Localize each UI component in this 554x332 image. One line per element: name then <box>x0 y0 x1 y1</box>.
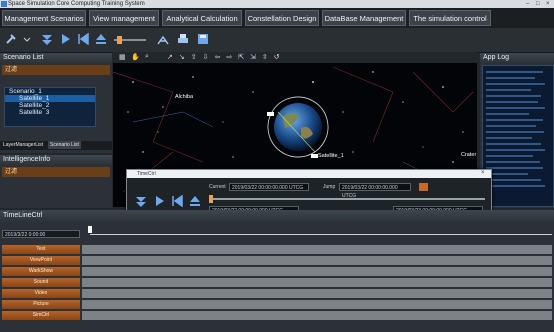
timeline-time-field[interactable]: 2019/3/22 0:00:00 <box>2 230 80 238</box>
timeline-header: TimeLineCtrl <box>0 210 554 222</box>
tab-layer-manager[interactable]: LayerManagerList <box>3 142 43 148</box>
app-icon <box>1 1 7 7</box>
tree-item-satellite-3[interactable]: Satellite_3 <box>5 109 95 115</box>
dialog-titlebar: TimeCtrl × <box>127 170 491 178</box>
window-title: Space Simulation Core Computing Training… <box>8 1 145 7</box>
jump-button[interactable] <box>419 183 428 191</box>
satellite-label: Satellite_1 <box>318 153 344 159</box>
scenario-list-panel: Scenario List 过滤 Scenario_1 Satellite_1 … <box>0 53 112 153</box>
toolbar <box>0 28 554 53</box>
time-slider-handle[interactable] <box>209 195 213 203</box>
view-tools-icon[interactable]: ↗↘⇧⇩⇦⇨⇱⇲⇳↺ <box>167 53 286 61</box>
grid-icon[interactable]: ▦ <box>119 53 126 61</box>
tab-database-management[interactable]: DataBase Management <box>322 10 406 26</box>
printer-icon[interactable] <box>176 32 190 46</box>
timeline-panel: TimeLineCtrl 2019/3/22 0:00:00 Text View… <box>0 210 554 332</box>
panel-tabs: LayerManagerList Scenario List <box>0 141 112 150</box>
tools-icon[interactable] <box>4 32 18 46</box>
timeline-track-warkshow[interactable] <box>82 267 552 276</box>
tab-constellation-design[interactable]: Constellation Design <box>245 10 319 26</box>
timeline-row-picture[interactable]: Picture <box>2 300 80 309</box>
timeline-row-viewpoint[interactable]: ViewPoint <box>2 256 80 265</box>
scenario-tree: Scenario_1 Satellite_1 Satellite_2 Satel… <box>4 87 96 127</box>
app-log-content[interactable] <box>482 65 554 207</box>
scenario-list-header: Scenario List <box>0 53 112 63</box>
search-icon[interactable]: ⌕ <box>145 53 149 61</box>
star-label-crater: Crater <box>461 152 477 158</box>
eject-button[interactable] <box>94 32 108 46</box>
timeline-track-picture[interactable] <box>82 300 552 309</box>
log-lines <box>486 71 545 187</box>
title-bar: Space Simulation Core Computing Training… <box>0 0 554 8</box>
scenario-filter[interactable]: 过滤 <box>2 65 110 75</box>
timeline-track-simctrl[interactable] <box>82 311 552 320</box>
timeline-ruler <box>90 234 552 235</box>
timeline-track-text[interactable] <box>82 245 552 254</box>
maximize-button[interactable]: □ <box>536 0 540 8</box>
timeline-row-sound[interactable]: Sound <box>2 278 80 287</box>
tab-simulation-control[interactable]: The simulation control <box>409 10 491 26</box>
timeline-row-video[interactable]: Video <box>2 289 80 298</box>
dialog-close-button[interactable]: × <box>481 170 485 176</box>
close-button[interactable]: × <box>546 0 550 8</box>
current-label: Current <box>209 184 226 190</box>
timeline-row-text[interactable]: Text <box>2 245 80 254</box>
time-slider[interactable] <box>209 198 485 200</box>
tab-management-scenarios[interactable]: Management Scenarios <box>2 10 86 26</box>
speed-slider-handle[interactable] <box>117 36 122 44</box>
chevron-down-icon[interactable] <box>20 32 34 46</box>
tree-item-satellite-2[interactable]: Satellite_2 <box>5 102 95 109</box>
satellite-marker[interactable] <box>267 112 274 116</box>
save-icon[interactable] <box>196 32 210 46</box>
dialog-title: TimeCtrl <box>137 171 156 177</box>
tab-analytical-calculation[interactable]: Analytical Calculation <box>162 10 242 26</box>
intelligence-panel: IntelligenceInfo 过滤 <box>0 155 112 208</box>
timeline-track-viewpoint[interactable] <box>82 256 552 265</box>
timeline-track-sound[interactable] <box>82 278 552 287</box>
satellite-icon[interactable] <box>156 32 170 46</box>
jump-time-field[interactable]: 2019/03/22 00:00:00.000 UTCG <box>339 183 411 199</box>
satellite-marker-2[interactable] <box>311 154 318 158</box>
timeline-row-warkshow[interactable]: WarkShow <box>2 267 80 276</box>
earth-globe[interactable] <box>263 92 333 162</box>
tree-item-satellite-1[interactable]: Satellite_1 <box>5 95 95 102</box>
menu-bar: Management Scenarios View management Ana… <box>0 8 554 28</box>
minimize-button[interactable]: – <box>526 0 529 8</box>
timeline-cursor[interactable] <box>88 226 92 233</box>
intelligence-header: IntelligenceInfo <box>0 155 112 165</box>
tree-item-scenario[interactable]: Scenario_1 <box>5 88 95 95</box>
star-label-alchiba: Alchiba <box>175 94 194 100</box>
hand-icon[interactable]: ✋ <box>131 53 140 61</box>
app-log-header: App Log <box>480 53 554 63</box>
current-time-field[interactable]: 2019/03/22 00:00:00.000 UTCG <box>229 183 309 191</box>
tab-view-management[interactable]: View management <box>89 10 159 26</box>
tab-scenario-list[interactable]: Scenario List <box>48 141 81 149</box>
timeline-track-video[interactable] <box>82 289 552 298</box>
timeline-row-simctrl[interactable]: SimCtrl <box>2 311 80 320</box>
play-button[interactable] <box>58 32 72 46</box>
view-toolbar: ▦ ✋ ⌕ ↗↘⇧⇩⇦⇨⇱⇲⇳↺ <box>113 52 477 63</box>
rewind-button[interactable] <box>76 32 90 46</box>
step-down-button[interactable] <box>40 32 54 46</box>
intelligence-filter[interactable]: 过滤 <box>2 167 110 177</box>
jump-label: Jump <box>323 184 336 190</box>
